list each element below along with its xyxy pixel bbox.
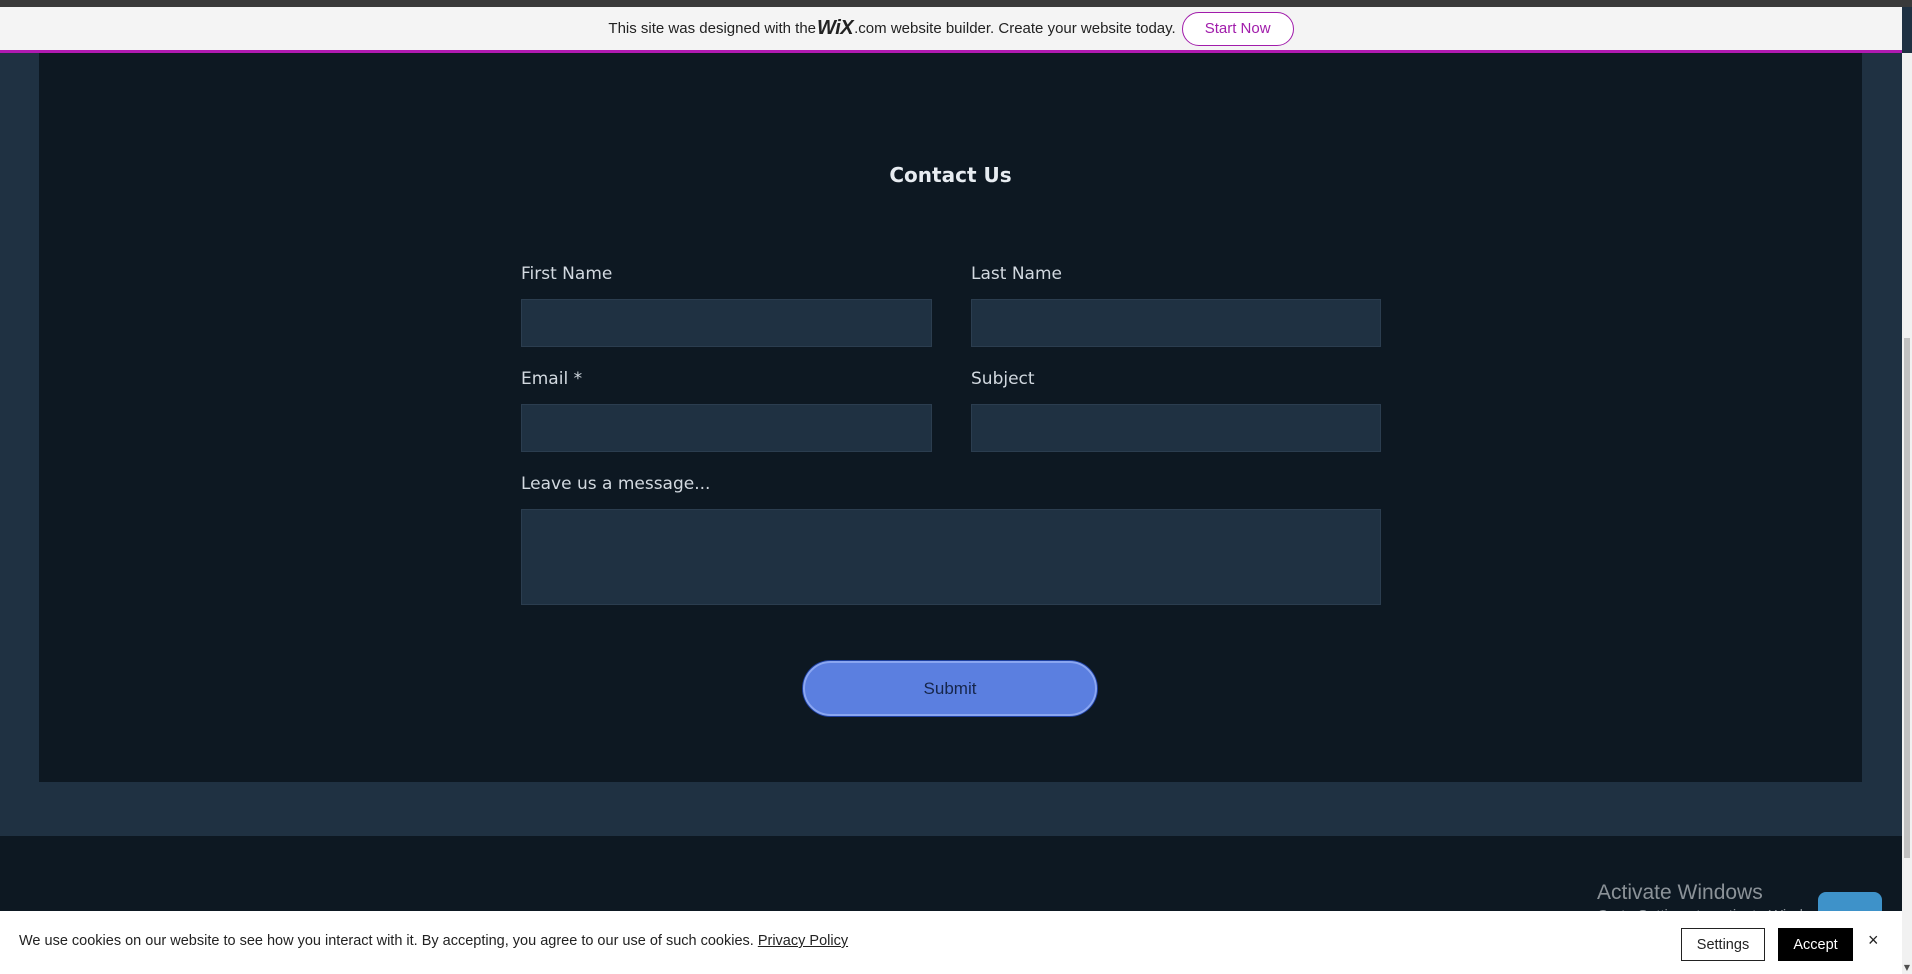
activate-windows-title: Activate Windows <box>1597 881 1763 904</box>
close-icon[interactable]: × <box>1868 930 1879 951</box>
start-now-button[interactable]: Start Now <box>1181 11 1294 46</box>
cookie-accept-button[interactable]: Accept <box>1778 928 1853 961</box>
submit-button[interactable]: Submit <box>803 661 1097 716</box>
cookie-text: We use cookies on our website to see how… <box>19 933 848 949</box>
message-label: Leave us a message... <box>521 474 711 494</box>
contact-section: Contact Us First Name Last Name Email * … <box>39 53 1862 782</box>
browser-top-strip <box>0 0 1912 7</box>
banner-text-after: .com website builder. Create your websit… <box>854 20 1176 37</box>
wix-logo: WiX <box>817 17 854 39</box>
first-name-input[interactable] <box>521 299 932 347</box>
scrollbar-thumb[interactable] <box>1904 338 1910 858</box>
cookie-settings-button[interactable]: Settings <box>1681 928 1765 961</box>
cookie-consent-bar: We use cookies on our website to see how… <box>0 911 1902 974</box>
message-textarea[interactable] <box>521 509 1381 605</box>
email-input[interactable] <box>521 404 932 452</box>
scroll-down-arrow-icon[interactable]: ▼ <box>1902 963 1912 972</box>
privacy-policy-link[interactable]: Privacy Policy <box>758 933 848 949</box>
first-name-label: First Name <box>521 264 613 284</box>
wix-promo-banner: This site was designed with the WiX .com… <box>0 7 1902 53</box>
contact-title: Contact Us <box>889 163 1012 187</box>
email-label: Email * <box>521 369 583 389</box>
last-name-input[interactable] <box>971 299 1381 347</box>
last-name-label: Last Name <box>971 264 1062 284</box>
banner-text-before: This site was designed with the <box>608 20 817 37</box>
subject-input[interactable] <box>971 404 1381 452</box>
page-scrollbar[interactable]: ▼ <box>1902 53 1912 974</box>
subject-label: Subject <box>971 369 1035 389</box>
cookie-message: We use cookies on our website to see how… <box>19 933 758 949</box>
